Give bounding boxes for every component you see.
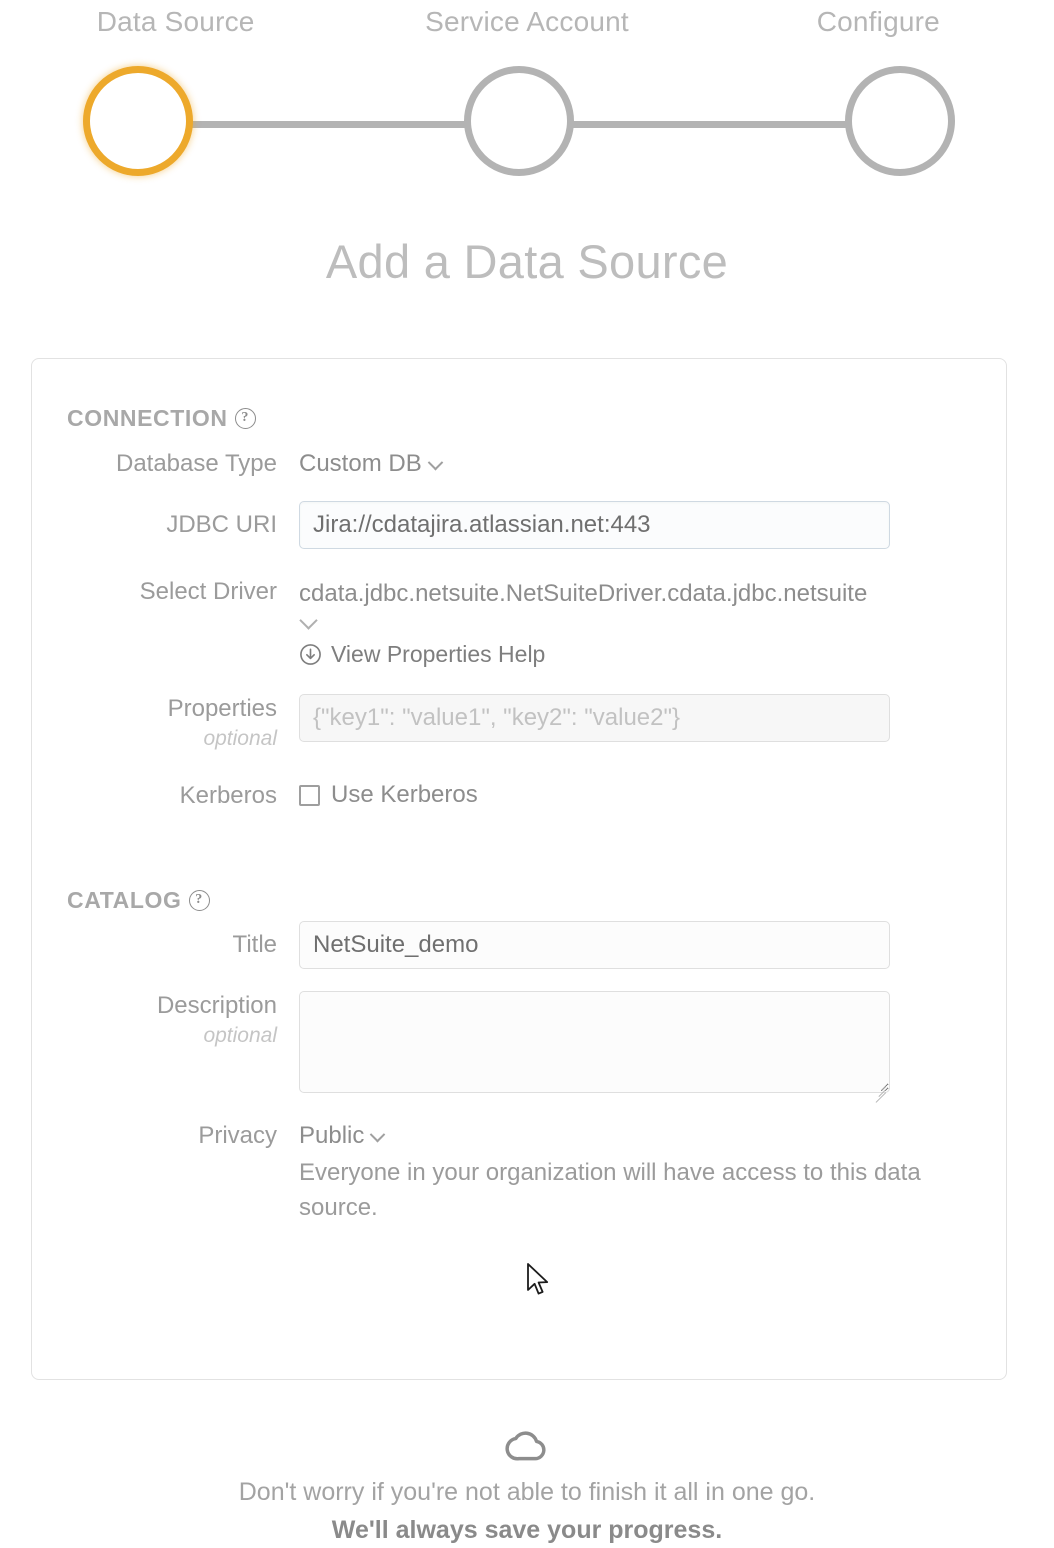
jdbc-uri-input[interactable] — [299, 501, 890, 549]
catalog-title-body — [299, 921, 973, 969]
download-circle-icon — [299, 643, 322, 666]
footer-line-2: We'll always save your progress. — [331, 1516, 723, 1544]
properties-label: Properties optional — [67, 694, 299, 754]
row-privacy: Privacy Public Everyone in your organiza… — [67, 1121, 997, 1225]
database-type-label: Database Type — [115, 450, 277, 477]
progress-stepper: Data Source Service Account Configure — [0, 0, 1054, 190]
page-title: Add a Data Source — [325, 235, 729, 288]
chevron-down-icon — [427, 454, 443, 471]
privacy-label: Privacy — [198, 1122, 277, 1149]
cloud-icon — [0, 1424, 1054, 1469]
database-type-value: Custom DB — [299, 450, 422, 477]
select-driver-label: Select Driver — [139, 578, 277, 605]
jdbc-uri-body — [299, 501, 973, 549]
privacy-value: Public — [299, 1122, 365, 1149]
privacy-description: Everyone in your organization will have … — [299, 1159, 921, 1221]
stepper-labels: Data Source Service Account Configure — [0, 6, 1054, 38]
catalog-description-label-text: Description — [156, 992, 277, 1019]
catalog-description-label: Description optional — [67, 991, 299, 1051]
connection-section-heading: CONNECTION ? — [67, 405, 256, 432]
kerberos-body: Use Kerberos — [299, 781, 973, 811]
view-properties-help-link[interactable]: View Properties Help — [299, 641, 545, 668]
catalog-section-heading: CATALOG ? — [67, 887, 210, 914]
help-circle-icon[interactable]: ? — [188, 890, 210, 911]
select-driver-select[interactable]: cdata.jdbc.netsuite.NetSuiteDriver.cdata… — [299, 577, 997, 630]
properties-input[interactable] — [299, 694, 890, 742]
row-properties: Properties optional — [67, 694, 973, 754]
stepper-node-service-account[interactable] — [464, 66, 574, 176]
database-type-body: Custom DB — [299, 449, 973, 479]
data-source-form-card: CONNECTION ? Database Type Custom DB JDB… — [31, 358, 1007, 1380]
chevron-down-icon — [370, 1126, 386, 1143]
database-type-select[interactable]: Custom DB — [299, 449, 443, 479]
catalog-title-input[interactable] — [299, 921, 890, 969]
stepper-label-data-source: Data Source — [96, 6, 255, 37]
row-database-type: Database Type Custom DB — [67, 449, 973, 479]
catalog-description-wrapper — [299, 991, 890, 1104]
catalog-description-optional-note: optional — [203, 1024, 277, 1047]
footer-note: Don't worry if you're not able to finish… — [0, 1424, 1054, 1548]
stepper-label-service-account: Service Account — [425, 6, 629, 37]
properties-optional-note: optional — [203, 727, 277, 750]
kerberos-label: Kerberos — [179, 782, 277, 809]
row-jdbc-uri: JDBC URI — [67, 501, 973, 549]
catalog-description-input[interactable] — [299, 991, 890, 1093]
row-catalog-description: Description optional — [67, 991, 973, 1104]
properties-label-text: Properties — [167, 695, 277, 722]
catalog-description-body — [299, 991, 973, 1104]
catalog-heading-text: CATALOG — [67, 887, 182, 913]
use-kerberos-label: Use Kerberos — [331, 781, 478, 809]
jdbc-uri-label: JDBC URI — [166, 511, 277, 538]
row-catalog-title: Title — [67, 921, 973, 969]
properties-body — [299, 694, 973, 742]
stepper-node-data-source[interactable] — [83, 66, 193, 176]
use-kerberos-checkbox[interactable]: Use Kerberos — [299, 781, 478, 809]
view-properties-help-label: View Properties Help — [331, 641, 546, 667]
catalog-title-label: Title — [232, 931, 277, 958]
row-kerberos: Kerberos Use Kerberos — [67, 781, 973, 811]
help-circle-icon[interactable]: ? — [234, 408, 256, 429]
page-root: Data Source Service Account Configure Ad… — [0, 0, 1054, 1548]
privacy-select[interactable]: Public — [299, 1121, 386, 1151]
checkbox-box-icon — [299, 784, 320, 806]
select-driver-body: cdata.jdbc.netsuite.NetSuiteDriver.cdata… — [299, 577, 997, 671]
row-select-driver: Select Driver cdata.jdbc.netsuite.NetSui… — [67, 577, 997, 671]
select-driver-value: cdata.jdbc.netsuite.NetSuiteDriver.cdata… — [299, 580, 868, 607]
chevron-down-icon — [299, 611, 318, 630]
privacy-body: Public Everyone in your organization wil… — [299, 1121, 997, 1225]
connection-heading-text: CONNECTION — [67, 405, 228, 431]
stepper-label-configure: Configure — [816, 6, 940, 37]
footer-line-1: Don't worry if you're not able to finish… — [238, 1478, 816, 1506]
stepper-node-configure[interactable] — [845, 66, 955, 176]
